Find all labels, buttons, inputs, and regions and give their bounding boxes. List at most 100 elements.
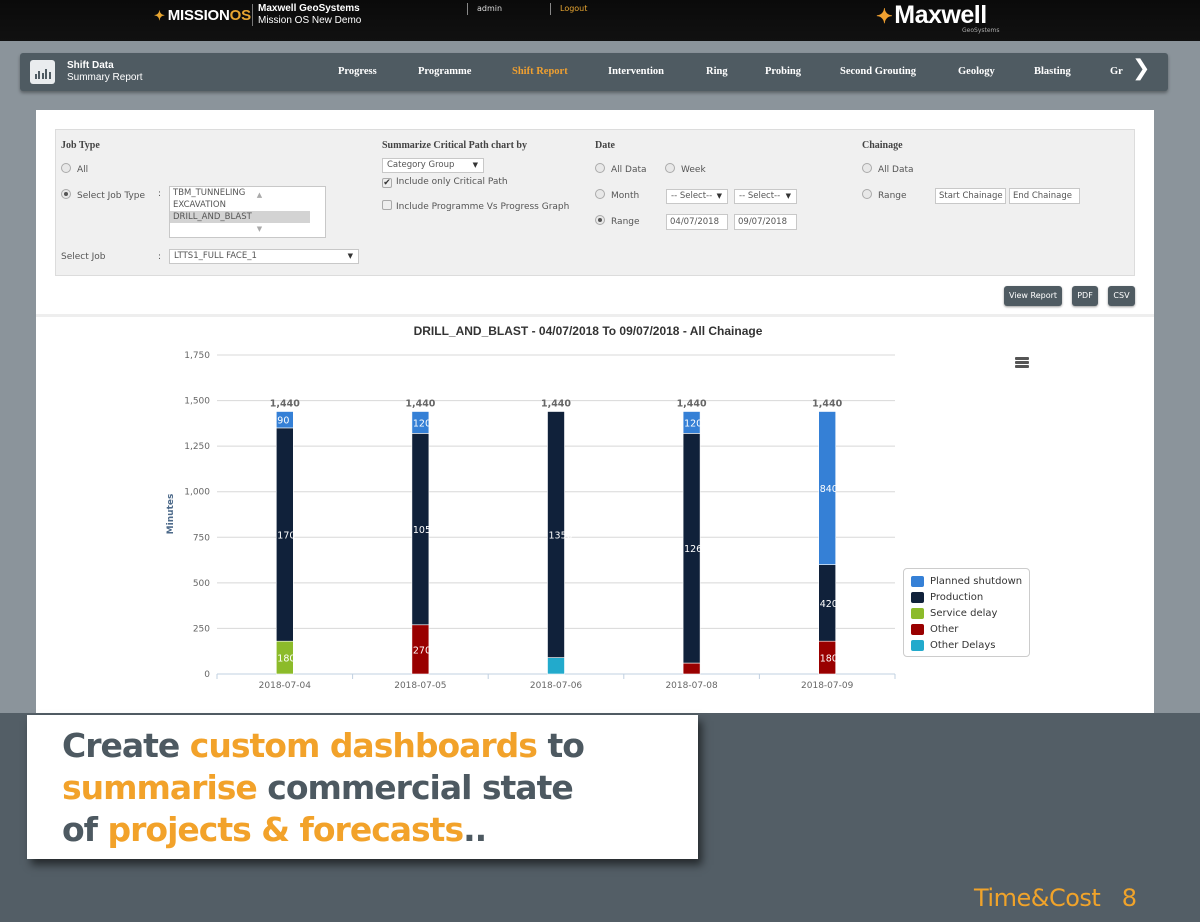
organisation-info: Maxwell GeoSystems Mission OS New Demo: [258, 3, 361, 27]
logout-link[interactable]: Logout: [560, 4, 587, 13]
hamburger-menu-icon[interactable]: [1015, 357, 1029, 369]
missionos-logo[interactable]: ✦ MISSIONOS: [154, 7, 251, 24]
nav-tab-probing[interactable]: Probing: [765, 66, 801, 77]
legend-swatch: [911, 575, 924, 587]
radio-icon[interactable]: [862, 189, 872, 199]
filter-panel: Job Type All Select Job Type : TBM_TUNNE…: [55, 129, 1135, 276]
checkbox-icon[interactable]: [382, 200, 392, 210]
start-chainage-input[interactable]: Start Chainage: [935, 188, 1006, 204]
nav-tab-ring[interactable]: Ring: [706, 66, 728, 77]
listbox-scrollbar[interactable]: ▲ ▼: [185, 187, 325, 233]
y-tick-label: 1,000: [184, 488, 210, 498]
dropdown-arrow-icon: ▼: [716, 192, 722, 200]
dropdown-arrow-icon: ▼: [472, 161, 478, 169]
csv-button[interactable]: CSV: [1108, 286, 1135, 306]
job-type-all-radio[interactable]: All: [61, 163, 88, 175]
legend-swatch: [911, 623, 924, 635]
bar-segment-other[interactable]: [682, 662, 701, 675]
divider: [467, 3, 468, 15]
y-tick-label: 500: [193, 579, 210, 589]
date-range-radio[interactable]: Range: [595, 215, 640, 227]
nav-tab-geology[interactable]: Geology: [958, 66, 995, 77]
section-title: Shift Data Summary Report: [67, 60, 143, 83]
legend-label: Service delay: [930, 607, 998, 619]
caption-line-1: Create custom dashboards to: [62, 725, 698, 767]
nav-tab-intervention[interactable]: Intervention: [608, 66, 664, 77]
nav-tab-programme[interactable]: Programme: [418, 66, 471, 77]
month-select-1[interactable]: -- Select-- ▼: [666, 189, 728, 204]
job-type-listbox[interactable]: TBM_TUNNELING EXCAVATION DRILL_AND_BLAST…: [169, 186, 326, 238]
radio-icon[interactable]: [595, 163, 605, 173]
y-tick-label: 1,750: [184, 351, 210, 361]
view-report-button[interactable]: View Report: [1004, 286, 1062, 306]
radio-icon[interactable]: [665, 163, 675, 173]
x-tick-label: 2018-07-08: [665, 681, 718, 691]
nav-tab-blasting[interactable]: Blasting: [1034, 66, 1071, 77]
caption-highlight: projects & forecasts: [107, 810, 465, 849]
job-type-select-radio[interactable]: Select Job Type: [61, 189, 145, 201]
total-label: 1,440: [812, 399, 842, 410]
legend-label: Other: [930, 623, 959, 635]
range-start-input[interactable]: 04/07/2018: [666, 214, 728, 230]
legend-item[interactable]: Production: [911, 589, 1029, 605]
data-label: 1260: [684, 544, 708, 555]
group-by-dropdown[interactable]: Category Group ▼: [382, 158, 484, 173]
data-label: 840: [820, 484, 838, 495]
username[interactable]: admin: [477, 4, 502, 13]
date-heading: Date: [595, 140, 615, 151]
legend-item[interactable]: Planned shutdown: [911, 573, 1029, 589]
nav-tab-gr[interactable]: Gr: [1110, 66, 1123, 77]
radio-selected-icon[interactable]: [595, 215, 605, 225]
chevron-right-icon[interactable]: ❯: [1132, 56, 1150, 81]
nav-tab-shift-report[interactable]: Shift Report: [512, 66, 568, 77]
total-label: 1,440: [541, 399, 571, 410]
nav-tab-progress[interactable]: Progress: [338, 66, 377, 77]
legend-label: Planned shutdown: [930, 575, 1023, 587]
programme-vs-progress-checkbox[interactable]: Include Programme Vs Progress Graph: [382, 200, 569, 212]
range-end-input[interactable]: 09/07/2018: [734, 214, 797, 230]
bar-segment-other-delays[interactable]: [547, 657, 565, 675]
caption-highlight: summarise: [62, 768, 258, 807]
date-all-radio[interactable]: All Data: [595, 163, 647, 175]
chainage-all-radio[interactable]: All Data: [862, 163, 914, 175]
divider: [252, 4, 253, 26]
legend-item[interactable]: Other Delays: [911, 637, 1029, 653]
x-tick-label: 2018-07-09: [801, 681, 854, 691]
data-label: 90: [277, 416, 289, 427]
radio-icon[interactable]: [595, 189, 605, 199]
total-label: 1,440: [677, 399, 707, 410]
radio-icon[interactable]: [61, 163, 71, 173]
checkbox-checked-icon[interactable]: ✔: [382, 178, 392, 188]
month-select-2[interactable]: -- Select-- ▼: [734, 189, 797, 204]
radio-icon[interactable]: [862, 163, 872, 173]
y-tick-label: 1,250: [184, 442, 210, 452]
listbox-option-selected[interactable]: DRILL_AND_BLAST: [170, 211, 310, 223]
legend-swatch: [911, 639, 924, 651]
end-chainage-input[interactable]: End Chainage: [1009, 188, 1080, 204]
radio-selected-icon[interactable]: [61, 189, 71, 199]
pdf-button[interactable]: PDF: [1072, 286, 1098, 306]
caption-text: ..: [463, 810, 487, 849]
top-bar: ✦ MISSIONOS Maxwell GeoSystems Mission OS…: [0, 0, 1200, 41]
x-tick-label: 2018-07-04: [259, 681, 312, 691]
select-job-dropdown[interactable]: LTTS1_FULL FACE_1 ▼: [169, 249, 359, 264]
date-month-radio[interactable]: Month: [595, 189, 639, 201]
y-tick-label: 1,500: [184, 397, 210, 407]
slide-footer: Time&Cost 8: [974, 884, 1137, 912]
legend-item[interactable]: Other: [911, 621, 1029, 637]
data-label: 170: [277, 531, 295, 542]
critical-path-checkbox[interactable]: ✔ Include only Critical Path: [382, 177, 508, 188]
x-tick-label: 2018-07-06: [530, 681, 583, 691]
colon: :: [158, 252, 162, 262]
legend-item[interactable]: Service delay: [911, 605, 1029, 621]
chart-legend: Planned shutdown Production Service delay O…: [903, 568, 1030, 657]
legend-label: Other Delays: [930, 639, 996, 651]
chainage-range-radio[interactable]: Range: [862, 189, 907, 201]
colon: :: [158, 189, 162, 199]
date-week-radio[interactable]: Week: [665, 163, 706, 175]
legend-swatch: [911, 591, 924, 603]
module-navbar: Shift Data Summary Report Progress Progr…: [20, 53, 1168, 91]
nav-tab-second-grouting[interactable]: Second Grouting: [840, 66, 916, 77]
y-axis-label: Minutes: [166, 494, 176, 535]
caption-text: to: [536, 726, 584, 765]
